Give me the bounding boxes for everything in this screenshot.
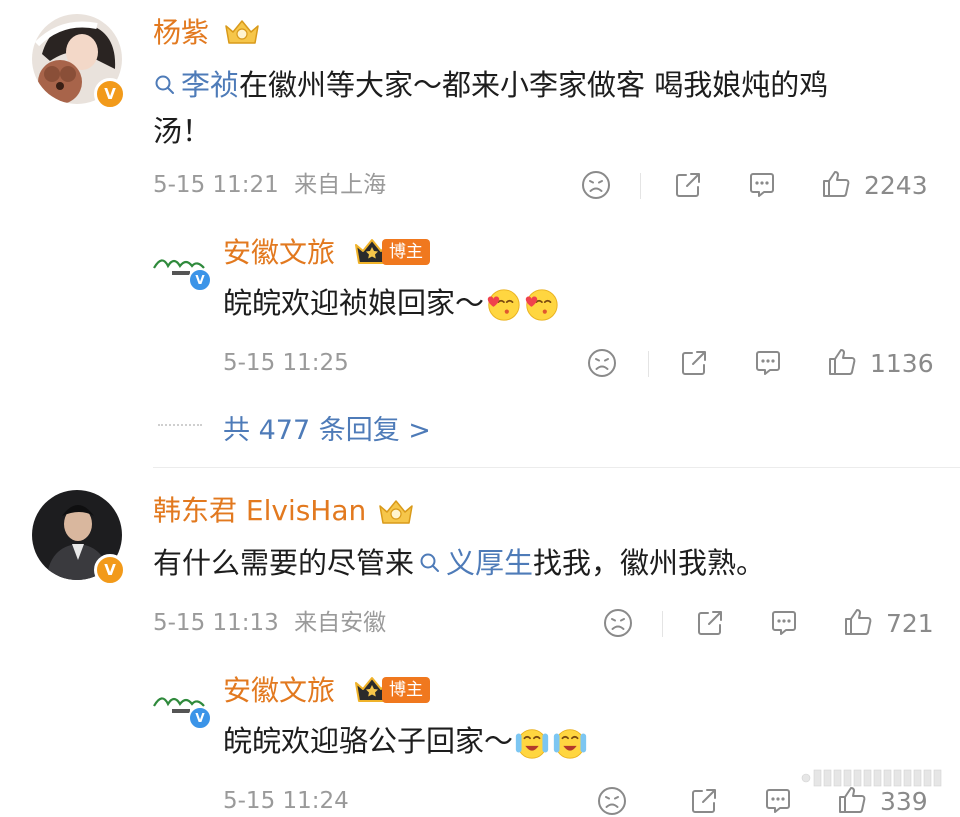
watermark [800,766,950,790]
more-replies-link[interactable]: 共 477 条回复 > [223,408,431,447]
cry-laugh-emoji-icon [513,724,551,762]
dislike-face-icon[interactable] [596,785,628,817]
comment-author[interactable]: 杨紫 [153,16,209,50]
reply-text-content: 皖皖欢迎骆公子回家～ [223,724,514,758]
like-count: 1136 [870,349,934,378]
comment-icon[interactable] [746,169,778,201]
verified-badge: V [188,268,212,292]
share-icon[interactable] [672,169,704,201]
blogger-tag: 博主 [382,677,430,703]
share-icon[interactable] [678,347,710,379]
blogger-tag-wrap: 博主 [382,239,430,265]
share-icon[interactable] [694,607,726,639]
comment-location: 来自上海 [294,172,387,198]
action-divider [648,351,649,377]
reply-author[interactable]: 安徽文旅 [223,674,335,708]
vip-crown-icon [222,16,262,48]
reply-time: 5-15 11:25 [223,350,349,376]
comment-text-after: 找我，徽州我熟。 [533,546,766,580]
topic-link[interactable]: 义厚生 [446,546,533,580]
like-count: 721 [886,609,934,638]
like-icon[interactable] [842,606,874,638]
share-icon[interactable] [688,785,720,817]
comment-item: V 韩东君 ElvisHan 有什么需要的尽管来 义厚生找我，徽州我熟。 5-15… [0,480,960,816]
comment-item: V 杨紫 李祯在徽州等大家～都来小李家做客 喝我娘炖的鸡 汤！ 5-15 11:… [0,0,960,460]
comment-icon[interactable] [752,347,784,379]
blogger-tag: 博主 [382,239,430,265]
verified-badge: V [94,78,126,110]
comment-author[interactable]: 韩东君 ElvisHan [153,494,366,528]
comment-text: 李祯在徽州等大家～都来小李家做客 喝我娘炖的鸡 [153,62,828,108]
comment-icon[interactable] [768,607,800,639]
action-divider [640,173,641,199]
like-icon[interactable] [820,168,852,200]
comment-time: 5-15 11:21 [153,172,279,198]
comment-meta: 5-15 11:13 来自安徽 [153,608,386,638]
comment-time: 5-15 11:13 [153,610,279,636]
kiss-emoji-icon [522,286,560,324]
kiss-emoji-icon [484,286,522,324]
dislike-face-icon[interactable] [586,347,618,379]
like-count: 339 [880,787,928,816]
dislike-face-icon[interactable] [602,607,634,639]
action-divider [662,611,663,637]
reply-text: 皖皖欢迎骆公子回家～ [223,718,589,764]
comment-location: 来自安徽 [294,610,387,636]
topic-link[interactable]: 李祯 [181,68,239,102]
verified-badge: V [94,554,126,586]
like-icon[interactable] [826,346,858,378]
reply-text: 皖皖欢迎祯娘回家～ [223,280,560,326]
reply-time: 5-15 11:24 [223,788,349,814]
comment-divider [153,467,960,468]
verified-badge: V [188,706,212,730]
blogger-tag-wrap: 博主 [382,677,430,703]
comment-text-before: 有什么需要的尽管来 [153,546,415,580]
reply-author[interactable]: 安徽文旅 [223,236,335,270]
comment-meta: 5-15 11:21 来自上海 [153,170,386,200]
comment-text-line2: 汤！ [153,114,212,148]
reply-text-content: 皖皖欢迎祯娘回家～ [223,286,485,320]
comment-icon[interactable] [762,785,794,817]
cry-laugh-emoji-icon [551,724,589,762]
comment-text-rest: 在徽州等大家～都来小李家做客 喝我娘炖的鸡 [239,68,829,102]
like-count: 2243 [864,171,928,200]
dotted-divider [158,424,202,426]
dislike-face-icon[interactable] [580,169,612,201]
search-icon [153,73,177,97]
search-icon [418,551,442,575]
vip-crown-icon [376,496,416,528]
comment-text: 有什么需要的尽管来 义厚生找我，徽州我熟。 [153,540,765,586]
